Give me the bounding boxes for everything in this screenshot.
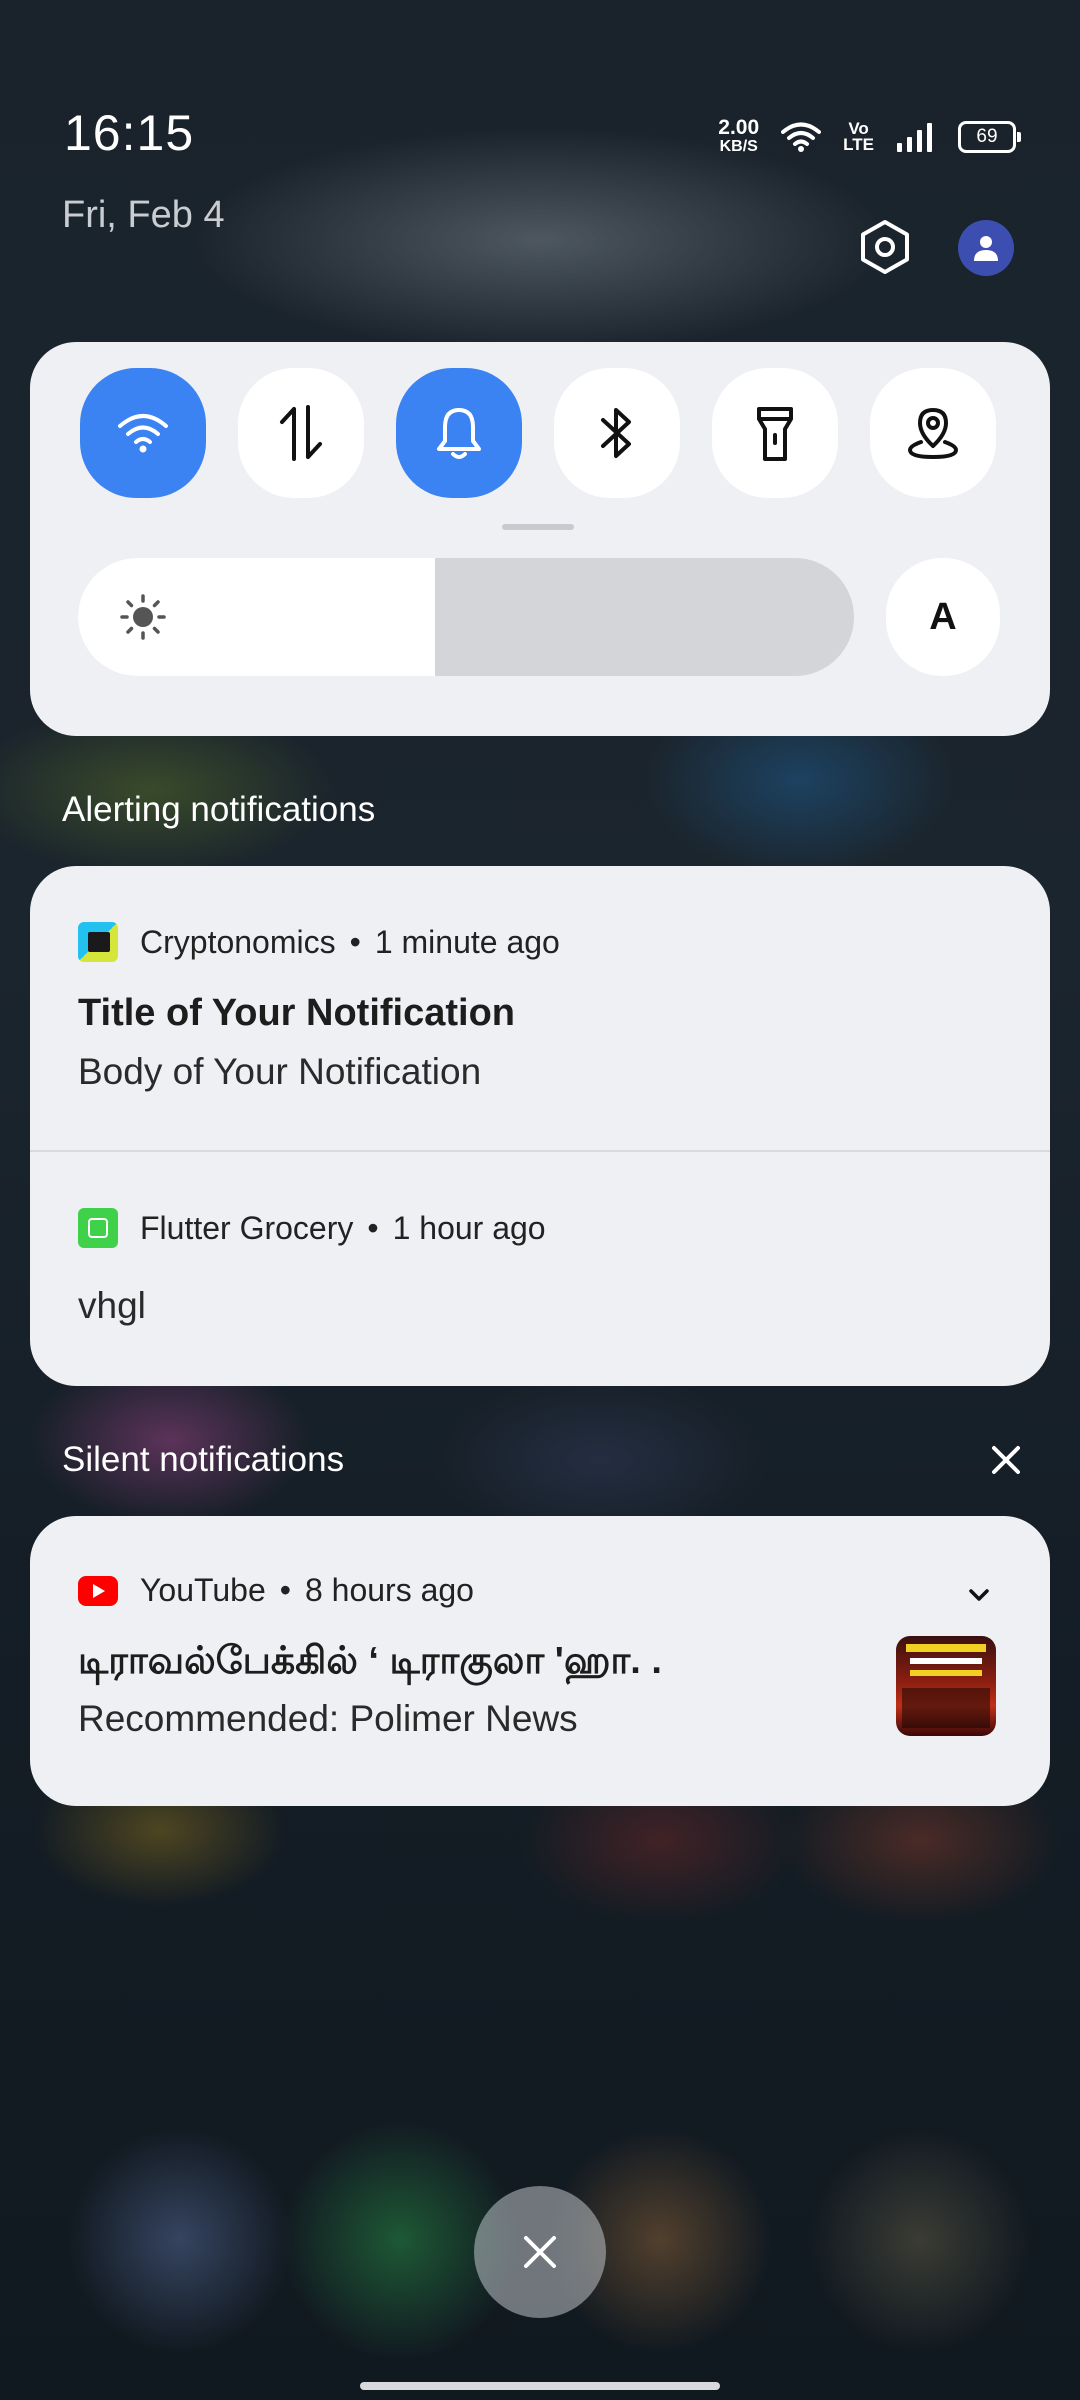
date: Fri, Feb 4 [62, 194, 225, 236]
notification-title: Title of Your Notification [78, 992, 515, 1034]
brightness-icon [120, 594, 166, 640]
user-avatar-button[interactable] [958, 220, 1014, 276]
location-toggle[interactable] [870, 368, 996, 498]
notification-header: YouTube • 8 hours ago [78, 1572, 474, 1609]
video-thumbnail [896, 1636, 996, 1736]
flashlight-icon [757, 407, 793, 461]
notification-body: vhgl [78, 1285, 146, 1326]
flashlight-toggle[interactable] [712, 368, 838, 498]
clock: 16:15 [64, 105, 195, 161]
app-name: Cryptonomics [140, 923, 336, 960]
bluetooth-icon [601, 408, 631, 458]
mobile-data-toggle[interactable] [238, 368, 364, 498]
notification-header: Cryptonomics • 1 minute ago [78, 922, 560, 962]
bell-icon [437, 408, 481, 459]
mobile-data-icon [280, 405, 322, 461]
notification-title: டிராவல்பேக்கில் ‘ டிராகுலா 'ஹா. . [78, 1640, 662, 1682]
dismiss-all-button[interactable] [474, 2186, 606, 2318]
notification-youtube[interactable]: YouTube • 8 hours ago டிராவல்பேக்கில் ‘ … [30, 1516, 1050, 1806]
flutter-grocery-app-icon [78, 1208, 118, 1248]
expand-button[interactable] [964, 1580, 994, 1610]
wifi-toggle[interactable] [80, 368, 206, 498]
bluetooth-toggle[interactable] [554, 368, 680, 498]
panel-drag-handle[interactable] [502, 524, 574, 530]
notification-header: Flutter Grocery • 1 hour ago [78, 1208, 546, 1248]
close-icon [524, 2236, 556, 2268]
chevron-down-icon [969, 1589, 989, 1601]
app-name: Flutter Grocery [140, 1209, 354, 1246]
battery-indicator: 69 [958, 121, 1021, 153]
network-speed: 2.00 KB/S [718, 116, 760, 155]
notification-time: 1 minute ago [374, 923, 560, 960]
notification-time: 8 hours ago [304, 1572, 474, 1608]
notification-body: Recommended: Polimer News [78, 1698, 578, 1739]
volte-indicator: Vo LTE [843, 119, 874, 154]
brightness-slider[interactable] [78, 558, 854, 676]
clear-silent-button[interactable] [986, 1440, 1026, 1480]
location-icon [907, 408, 959, 460]
person-icon [974, 236, 998, 261]
notification-body: Body of Your Notification [78, 1051, 482, 1092]
wifi-status-icon [781, 122, 822, 152]
separator-dot: • [367, 1209, 379, 1246]
sound-toggle[interactable] [396, 368, 522, 498]
status-icons: 2.00 KB/S Vo LTE 69 [718, 116, 1021, 156]
close-icon [992, 1446, 1020, 1474]
notification-cryptonomics[interactable]: Cryptonomics • 1 minute ago Title of You… [30, 866, 1050, 1150]
silent-section-title: Silent notifications [62, 1440, 345, 1479]
youtube-app-icon [78, 1575, 118, 1606]
notification-time: 1 hour ago [392, 1209, 546, 1246]
settings-button[interactable] [856, 218, 914, 276]
quick-settings-panel: A [30, 342, 1050, 736]
home-indicator[interactable] [360, 2382, 720, 2390]
separator-dot: • [279, 1572, 291, 1608]
app-name: YouTube [140, 1572, 266, 1608]
notification-flutter-grocery[interactable]: Flutter Grocery • 1 hour ago vhgl [30, 1152, 1050, 1386]
wifi-icon [118, 414, 168, 453]
auto-brightness-button[interactable]: A [886, 558, 1000, 676]
alerting-notifications-card: Cryptonomics • 1 minute ago Title of You… [30, 866, 1050, 1386]
settings-icon [861, 220, 909, 274]
alerting-section-title: Alerting notifications [62, 790, 376, 829]
separator-dot: • [349, 923, 361, 960]
cryptonomics-app-icon [78, 922, 118, 962]
cellular-signal-icon [897, 123, 932, 152]
